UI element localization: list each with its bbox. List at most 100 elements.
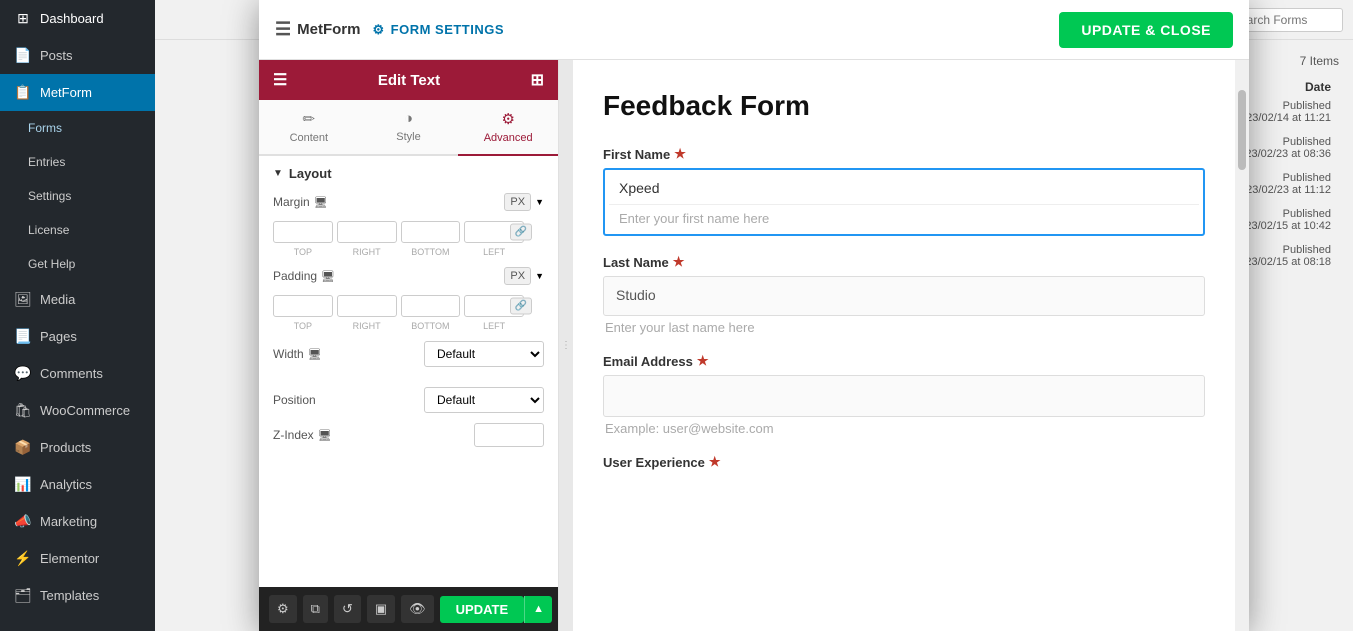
form-settings-button[interactable]: ⚙ FORM SETTINGS	[372, 22, 504, 38]
modal-scrollbar[interactable]	[1235, 60, 1249, 631]
last-name-input-container[interactable]: Studio	[603, 276, 1205, 316]
edit-panel-tabs: ✏ Content ◑ Style ⚙ Advanced	[259, 100, 558, 156]
logo-bars-icon: ☰	[275, 19, 291, 40]
email-label: Email Address ★	[603, 353, 1205, 369]
padding-label-text: Padding	[273, 269, 317, 283]
tab-content[interactable]: ✏ Content	[259, 100, 359, 156]
margin-label-bottom: BOTTOM	[401, 247, 461, 257]
padding-bottom-input[interactable]	[401, 295, 461, 317]
sidebar-label-gethelp: Get Help	[28, 257, 75, 271]
tab-advanced-label: Advanced	[484, 132, 533, 144]
monitor-icon-width: 🖥	[308, 348, 322, 361]
sidebar: ⊞ Dashboard 📄 Posts 📋 MetForm Forms Entr…	[0, 0, 155, 631]
spacer	[273, 377, 544, 387]
sidebar-item-woocommerce[interactable]: 🛍 WooCommerce	[0, 392, 155, 429]
width-select[interactable]: Default Custom	[424, 341, 544, 367]
modal-scroll-thumb	[1238, 90, 1246, 170]
padding-label-right: RIGHT	[337, 321, 397, 331]
sidebar-label-license: License	[28, 223, 69, 237]
margin-inputs-container: 🔗 TOP RIGHT BOTTOM LEFT	[273, 221, 524, 257]
update-close-button[interactable]: UPDATE & CLOSE	[1059, 12, 1233, 48]
form-settings-label: FORM SETTINGS	[391, 22, 504, 37]
margin-label-top: TOP	[273, 247, 333, 257]
form-preview: Feedback Form First Name ★ Xpeed Enter y…	[573, 60, 1235, 631]
padding-link-button[interactable]: 🔗	[510, 298, 532, 315]
sidebar-item-pages[interactable]: 📃 Pages	[0, 318, 155, 355]
sidebar-label-analytics: Analytics	[40, 477, 92, 492]
history-footer-icon-btn[interactable]: ↺	[334, 595, 361, 623]
sidebar-label-marketing: Marketing	[40, 514, 97, 529]
margin-unit-badge[interactable]: PX	[504, 193, 531, 211]
z-index-input[interactable]	[474, 423, 544, 447]
sidebar-item-gethelp[interactable]: Get Help	[0, 247, 155, 281]
sidebar-item-license[interactable]: License	[0, 213, 155, 247]
sidebar-item-marketing[interactable]: 📣 Marketing	[0, 503, 155, 540]
padding-top-input[interactable]	[273, 295, 333, 317]
modal-dialog: ☰ MetForm ⚙ FORM SETTINGS UPDATE & CLOSE	[259, 0, 1249, 631]
sidebar-label-comments: Comments	[40, 366, 103, 381]
monitor-icon-zindex: 🖥	[318, 429, 332, 442]
layout-section-title: Layout	[289, 166, 332, 181]
sidebar-item-settings[interactable]: Settings	[0, 179, 155, 213]
margin-top-input[interactable]	[273, 221, 333, 243]
tab-style[interactable]: ◑ Style	[359, 100, 459, 156]
update-dropdown-button[interactable]: ▲	[524, 596, 552, 623]
sidebar-label-dashboard: Dashboard	[40, 11, 104, 26]
edit-panel-footer: ⚙ ⧉ ↺ ▣ 👁 UPDATE ▲	[259, 587, 558, 631]
email-input-container[interactable]	[603, 375, 1205, 417]
templates-icon: 🗂	[14, 587, 32, 604]
sidebar-item-metform[interactable]: 📋 MetForm	[0, 74, 155, 111]
sidebar-label-templates: Templates	[40, 588, 99, 603]
sidebar-item-comments[interactable]: 💬 Comments	[0, 355, 155, 392]
sidebar-label-elementor: Elementor	[40, 551, 99, 566]
padding-labels: TOP RIGHT BOTTOM LEFT	[273, 321, 524, 331]
media-icon: 🖼	[14, 291, 32, 308]
hamburger-icon[interactable]: ☰	[273, 70, 287, 90]
margin-unit-chevron: ▼	[535, 197, 544, 207]
first-name-placeholder: Enter your first name here	[609, 204, 1199, 232]
sidebar-item-entries[interactable]: Entries	[0, 145, 155, 179]
update-group: UPDATE ▲	[440, 596, 552, 623]
tab-advanced[interactable]: ⚙ Advanced	[458, 100, 558, 156]
position-select[interactable]: Default Absolute Fixed	[424, 387, 544, 413]
sidebar-item-media[interactable]: 🖼 Media	[0, 281, 155, 318]
sidebar-item-forms[interactable]: Forms	[0, 111, 155, 145]
first-name-input-container[interactable]: Xpeed Enter your first name here	[603, 168, 1205, 236]
sidebar-item-posts[interactable]: 📄 Posts	[0, 37, 155, 74]
padding-label-top: TOP	[273, 321, 333, 331]
padding-inputs-container: 🔗 TOP RIGHT BOTTOM LEFT	[273, 295, 524, 331]
grid-icon[interactable]: ⊞	[531, 70, 544, 90]
sidebar-item-products[interactable]: 📦 Products	[0, 429, 155, 466]
pages-icon: 📃	[14, 328, 32, 345]
update-button[interactable]: UPDATE	[440, 596, 524, 623]
last-name-value: Studio	[616, 287, 656, 303]
last-name-placeholder: Enter your last name here	[603, 320, 1205, 335]
margin-label-text: Margin	[273, 195, 310, 209]
sidebar-label-products: Products	[40, 440, 91, 455]
sidebar-item-templates[interactable]: 🗂 Templates	[0, 577, 155, 614]
settings-footer-icon-btn[interactable]: ⚙	[269, 595, 297, 623]
padding-right-input[interactable]	[337, 295, 397, 317]
margin-unit-select[interactable]: PX ▼	[504, 193, 544, 211]
layers-footer-icon-btn[interactable]: ⧉	[303, 595, 328, 623]
sidebar-item-dashboard[interactable]: ⊞ Dashboard	[0, 0, 155, 37]
sidebar-item-analytics[interactable]: 📊 Analytics	[0, 466, 155, 503]
padding-unit-select[interactable]: PX ▼	[504, 267, 544, 285]
app-name: MetForm	[297, 21, 360, 38]
sidebar-label-forms: Forms	[28, 121, 62, 135]
woocommerce-icon: 🛍	[14, 402, 32, 419]
responsive-footer-icon-btn[interactable]: ▣	[367, 595, 395, 623]
margin-right-input[interactable]	[337, 221, 397, 243]
content-tab-icon: ✏	[303, 110, 316, 128]
user-experience-label-text: User Experience	[603, 455, 705, 470]
sidebar-label-entries: Entries	[28, 155, 65, 169]
margin-bottom-input[interactable]	[401, 221, 461, 243]
first-name-value: Xpeed	[609, 172, 1199, 204]
layout-section-header: ▼ Layout	[273, 166, 544, 181]
sidebar-item-elementor[interactable]: ⚡ Elementor	[0, 540, 155, 577]
preview-footer-icon-btn[interactable]: 👁	[401, 595, 434, 623]
metform-logo: ☰ MetForm	[275, 19, 360, 40]
padding-unit-badge[interactable]: PX	[504, 267, 531, 285]
resize-handle[interactable]: ⋮	[559, 60, 573, 631]
margin-link-button[interactable]: 🔗	[510, 224, 532, 241]
